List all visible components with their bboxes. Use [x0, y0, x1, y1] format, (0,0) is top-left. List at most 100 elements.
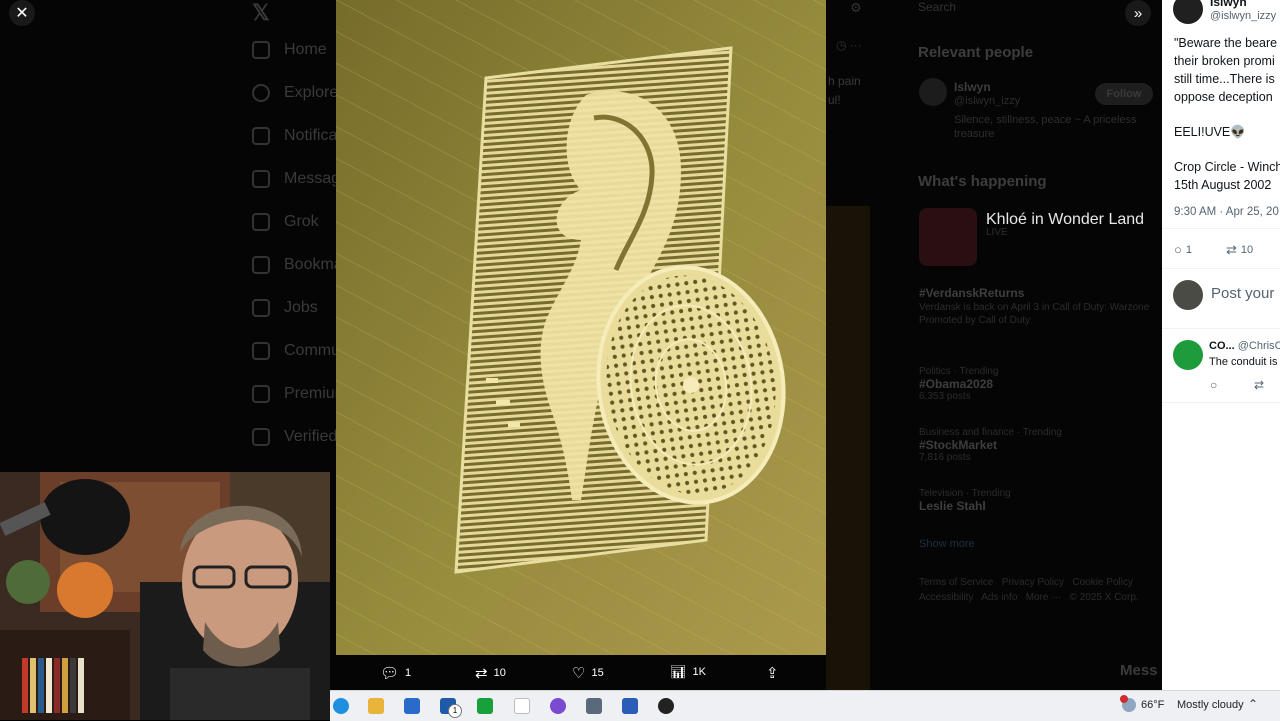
search-input[interactable]: Search: [918, 0, 956, 14]
footer-links[interactable]: Accessibility Ads info More ··· © 2025 X…: [919, 592, 1139, 603]
reply-reply-icon[interactable]: ○: [1210, 378, 1217, 392]
reply-count: 1: [1185, 243, 1192, 256]
avatar[interactable]: [919, 78, 947, 106]
view-count: 1K: [692, 666, 706, 678]
event-meta: LIVE: [986, 227, 1008, 238]
like-button[interactable]: ♡ 15: [572, 664, 604, 682]
nav-grok[interactable]: Grok: [252, 207, 319, 237]
reply-author-handle: @ChrisC: [1237, 340, 1280, 352]
repost-icon: ⇄: [475, 665, 488, 682]
word-icon[interactable]: [622, 698, 638, 714]
nav-premium[interactable]: Premium: [252, 379, 348, 409]
like-count: 15: [591, 667, 604, 679]
calculator-icon[interactable]: [586, 698, 602, 714]
photos-icon[interactable]: [550, 698, 566, 714]
event-thumbnail[interactable]: [919, 208, 977, 266]
tweet-snippet: ul!: [828, 93, 841, 107]
reply-author-line: CO... @ChrisC: [1209, 340, 1280, 352]
store-icon[interactable]: [404, 698, 420, 714]
search-icon: [252, 84, 270, 102]
person-handle: @islwyn_izzy: [954, 95, 1021, 107]
document-icon[interactable]: [514, 698, 530, 714]
file-explorer-icon[interactable]: [368, 698, 384, 714]
trend-meta: Politics · Trending: [919, 366, 999, 377]
media-image[interactable]: [336, 0, 826, 655]
bookmark-icon: [252, 256, 270, 274]
tweet-snippet: h pain: [828, 74, 861, 88]
trend-name: #VerdanskReturns: [919, 286, 1025, 300]
trend-desc: 6,353 posts: [919, 391, 971, 402]
reply-count: 1: [405, 667, 412, 679]
nav-label: Jobs: [284, 299, 318, 316]
tweet-detail-panel: Islwyn @islwyn_izzy "Beware the beare th…: [1162, 0, 1280, 690]
edge-icon[interactable]: [333, 698, 349, 714]
divider: [1162, 268, 1280, 269]
close-button[interactable]: ✕: [9, 0, 35, 26]
trend-item[interactable]: Business and finance · Trending #StockMa…: [919, 427, 1159, 463]
crop-circle-photo: [336, 0, 826, 655]
reply-input[interactable]: Post your: [1211, 285, 1274, 302]
nav-label: Grok: [284, 213, 319, 230]
mail-icon: [252, 170, 270, 188]
bell-icon: [252, 127, 270, 145]
repost-count: 10: [1240, 244, 1254, 256]
settings-icon[interactable]: ⚙: [850, 0, 862, 16]
trend-item[interactable]: Television · Trending Leslie Stahl: [919, 488, 1159, 513]
follow-button[interactable]: Follow: [1095, 83, 1153, 105]
reply-author-avatar[interactable]: [1173, 340, 1203, 370]
panel-repost-button[interactable]: ⇄ 10: [1226, 242, 1253, 258]
x-logo-icon[interactable]: 𝕏: [252, 0, 270, 26]
reply-author-name[interactable]: CO...: [1209, 340, 1235, 352]
tweet-options-icon[interactable]: ◷ ···: [836, 38, 862, 52]
reply-text: The conduit is: [1209, 356, 1278, 368]
author-name[interactable]: Islwyn: [1210, 0, 1247, 9]
xbox-icon[interactable]: [477, 698, 493, 714]
tweet-timestamp[interactable]: 9:30 AM · Apr 25, 20: [1174, 206, 1279, 218]
windows-taskbar: 1 66°F Mostly cloudy ⌃: [330, 690, 1280, 721]
trend-name: #Obama2028: [919, 377, 994, 391]
chevron-up-icon[interactable]: ⌃: [1248, 697, 1258, 711]
trend-item[interactable]: #VerdanskReturns Verdansk is back on Apr…: [919, 286, 1159, 326]
webcam-feed: [0, 472, 330, 720]
reply-repost-icon[interactable]: ⇄: [1254, 378, 1264, 392]
weather-alert-badge: [1120, 695, 1128, 703]
trend-desc: Verdansk is back on April 3 in Call of D…: [919, 302, 1150, 313]
weather-desc[interactable]: Mostly cloudy: [1177, 699, 1244, 711]
event-name[interactable]: Khloé in Wonder Land: [986, 211, 1144, 229]
tweet-text-line: 15th August 2002: [1174, 178, 1272, 192]
tweet-text-line: still time...There is: [1174, 72, 1275, 86]
nav-label: Explore: [284, 84, 339, 101]
reply-icon: 💬︎: [380, 665, 400, 682]
lightning-icon: [252, 428, 270, 446]
panel-reply-button[interactable]: ○ 1: [1174, 242, 1192, 257]
repost-button[interactable]: ⇄ 10: [475, 664, 506, 682]
nav-jobs[interactable]: Jobs: [252, 293, 318, 323]
grok-icon: [252, 213, 270, 231]
whats-happening-title: What's happening: [918, 173, 1047, 190]
expand-panel-button[interactable]: »: [1125, 0, 1151, 26]
tweet-text: "Beware the beare their broken promi sti…: [1174, 34, 1280, 194]
person-name[interactable]: Islwyn: [954, 80, 991, 94]
person-bio: Silence, stillness, peace ~ A priceless …: [954, 114, 1137, 140]
trend-desc: 7,816 posts: [919, 452, 971, 463]
divider: [1162, 402, 1280, 403]
nav-explore[interactable]: Explore: [252, 78, 338, 108]
weather-temp[interactable]: 66°F: [1141, 699, 1164, 711]
share-button[interactable]: ⇪: [766, 664, 779, 682]
media-action-bar: 💬︎ 1 ⇄ 10 ♡ 15 📊︎ 1K ⇪: [330, 655, 1162, 690]
close-icon: ✕: [15, 5, 29, 22]
author-avatar[interactable]: [1173, 0, 1203, 24]
mail-icon[interactable]: 1: [440, 698, 462, 718]
nav-home[interactable]: Home: [252, 35, 327, 65]
footer-links[interactable]: Terms of Service Privacy Policy Cookie P…: [919, 577, 1133, 588]
reply-icon: ○: [1174, 242, 1182, 257]
briefcase-icon: [252, 299, 270, 317]
reply-button[interactable]: 💬︎ 1: [380, 664, 411, 682]
show-more-link[interactable]: Show more: [919, 538, 975, 550]
tweet-text-line: Crop Circle - Winch: [1174, 160, 1280, 174]
share-icon: ⇪: [766, 665, 779, 682]
obs-icon[interactable]: [658, 698, 674, 714]
trend-item[interactable]: Politics · Trending #Obama2028 6,353 pos…: [919, 366, 1159, 402]
trend-meta: Business and finance · Trending: [919, 427, 1062, 438]
views-button[interactable]: 📊︎ 1K: [670, 664, 706, 680]
